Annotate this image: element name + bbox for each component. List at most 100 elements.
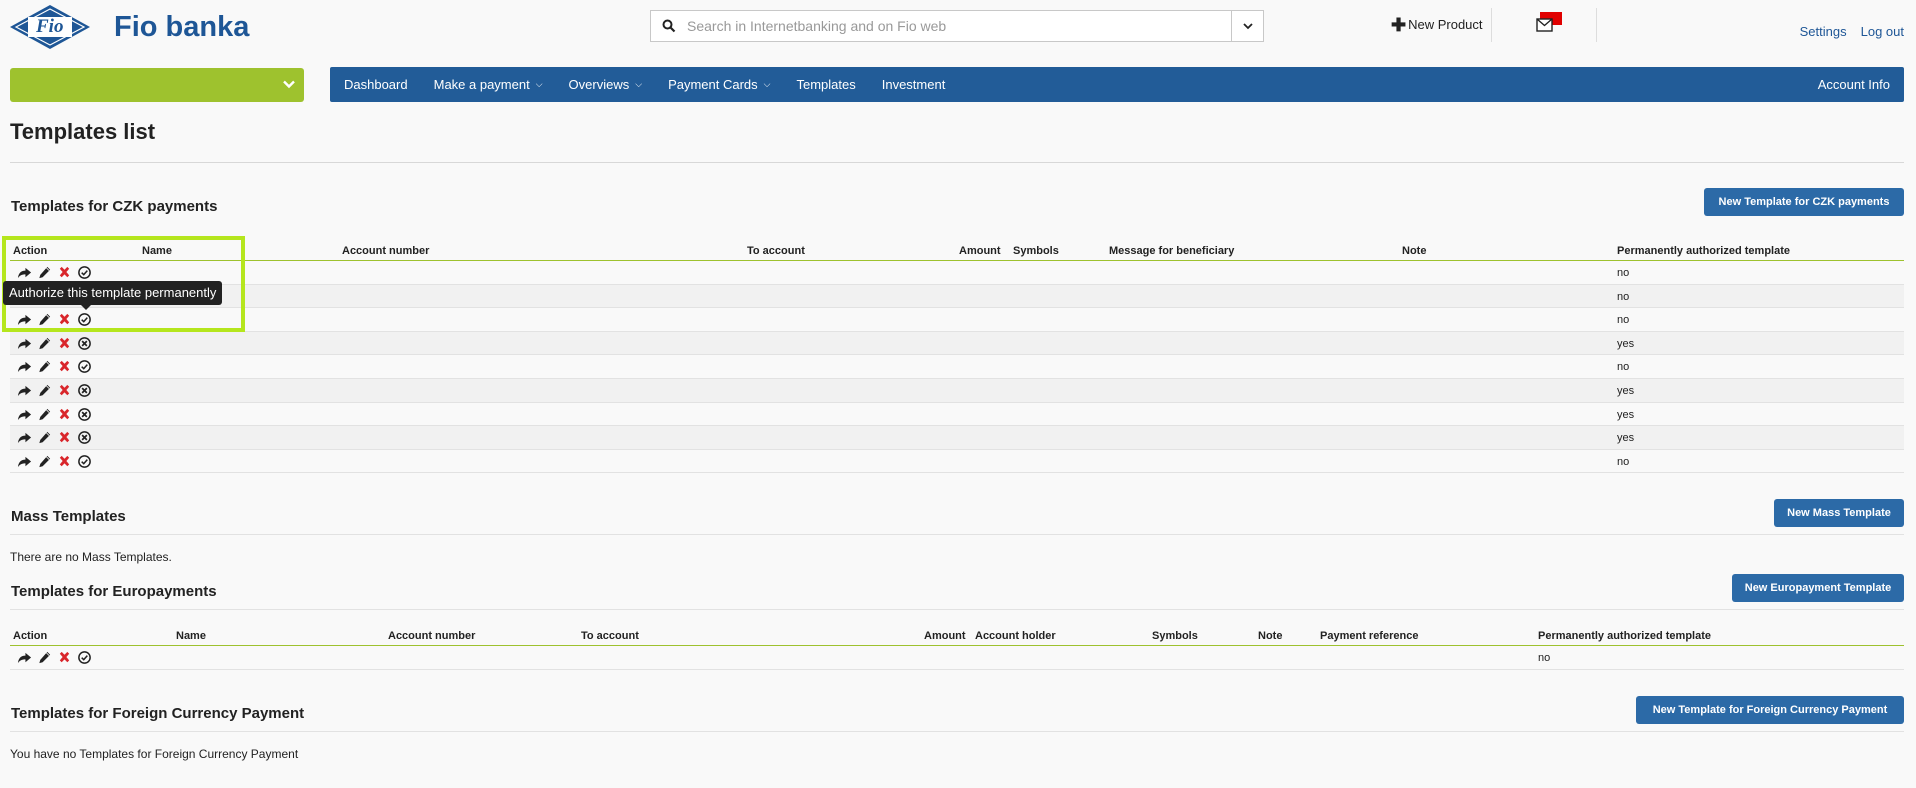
- plus-icon: ✚: [1391, 14, 1407, 35]
- edit-pencil-icon[interactable]: [37, 336, 52, 351]
- nav-label: Investment: [881, 77, 946, 92]
- revoke-authorization-icon[interactable]: [77, 336, 92, 351]
- nav-dashboard[interactable]: Dashboard: [330, 67, 421, 102]
- permanently-authorized-value: yes: [1617, 337, 1635, 350]
- mail-icon[interactable]: [1534, 12, 1564, 36]
- nav-overviews[interactable]: Overviews ⌵: [556, 67, 656, 102]
- logo-mark-text: Fio: [36, 16, 64, 37]
- delete-icon[interactable]: [57, 359, 72, 374]
- revoke-authorization-icon[interactable]: [77, 383, 92, 398]
- tooltip: Authorize this template permanently: [3, 281, 223, 310]
- edit-pencil-icon[interactable]: [37, 383, 52, 398]
- chevron-down-icon: ⌵: [535, 79, 543, 89]
- divider: [10, 534, 1904, 535]
- table-row: yes: [10, 403, 1904, 427]
- table-header: Action Name Account number To account Am…: [10, 241, 1904, 261]
- table-row: no: [10, 355, 1904, 379]
- nav-label: Payment Cards: [668, 77, 758, 92]
- use-template-forward-icon[interactable]: [17, 407, 32, 422]
- col-symbols: Symbols: [1152, 630, 1198, 642]
- nav-label: Make a payment: [433, 77, 530, 92]
- permanently-authorized-value: yes: [1617, 384, 1635, 397]
- use-template-forward-icon[interactable]: [17, 383, 32, 398]
- col-payment-reference: Payment reference: [1320, 630, 1419, 642]
- new-czk-template-button[interactable]: New Template for CZK payments: [1704, 188, 1904, 216]
- table-header: Action Name Account number To account Am…: [10, 626, 1904, 646]
- delete-icon[interactable]: [57, 454, 72, 469]
- permanently-authorized-value: no: [1617, 267, 1630, 279]
- nav-investment[interactable]: Investment: [869, 67, 959, 102]
- new-foreign-currency-template-button[interactable]: New Template for Foreign Currency Paymen…: [1636, 696, 1904, 724]
- nav-make-a-payment[interactable]: Make a payment ⌵: [421, 67, 556, 102]
- search-icon[interactable]: [651, 11, 687, 41]
- nav-label: Dashboard: [344, 77, 408, 92]
- new-product-label: New Product: [1408, 17, 1483, 32]
- new-mass-template-button[interactable]: New Mass Template: [1774, 499, 1904, 527]
- table-row: no: [10, 450, 1904, 474]
- delete-icon[interactable]: [57, 407, 72, 422]
- logout-link[interactable]: Log out: [1861, 24, 1904, 39]
- divider: [10, 731, 1904, 732]
- use-template-forward-icon[interactable]: [17, 650, 32, 665]
- settings-link[interactable]: Settings: [1800, 24, 1847, 39]
- chevron-down-icon: [282, 77, 296, 94]
- edit-pencil-icon[interactable]: [37, 407, 52, 422]
- table-row: yes: [10, 331, 1904, 356]
- authorize-check-icon[interactable]: [77, 650, 92, 665]
- czk-section-title: Templates for CZK payments: [11, 198, 218, 215]
- mass-empty-text: There are no Mass Templates.: [10, 550, 172, 564]
- nav-account-info[interactable]: Account Info: [1805, 67, 1904, 102]
- revoke-authorization-icon[interactable]: [77, 407, 92, 422]
- use-template-forward-icon[interactable]: [17, 454, 32, 469]
- authorize-check-icon[interactable]: [77, 359, 92, 374]
- search-dropdown-chevron-icon[interactable]: [1231, 11, 1263, 41]
- mass-section-title: Mass Templates: [11, 508, 126, 525]
- czk-templates-table: Action Name Account number To account Am…: [10, 241, 1904, 474]
- col-amount[interactable]: Amount: [924, 630, 966, 642]
- new-product-button[interactable]: ✚ New Product: [1391, 14, 1483, 35]
- brand-logo[interactable]: Fio Fio banka: [8, 3, 249, 51]
- use-template-forward-icon[interactable]: [17, 336, 32, 351]
- delete-icon[interactable]: [57, 383, 72, 398]
- revoke-authorization-icon[interactable]: [77, 430, 92, 445]
- col-to-account[interactable]: To account: [747, 245, 805, 257]
- use-template-forward-icon[interactable]: [17, 359, 32, 374]
- euro-templates-table: Action Name Account number To account Am…: [10, 626, 1904, 670]
- col-name[interactable]: Name: [176, 630, 206, 642]
- delete-icon[interactable]: [57, 650, 72, 665]
- nav-payment-cards[interactable]: Payment Cards ⌵: [655, 67, 783, 102]
- col-account-number[interactable]: Account number: [342, 245, 429, 257]
- edit-pencil-icon[interactable]: [37, 454, 52, 469]
- delete-icon[interactable]: [57, 336, 72, 351]
- col-permanently-authorized: Permanently authorized template: [1538, 630, 1711, 642]
- col-to-account[interactable]: To account: [581, 630, 639, 642]
- row-actions: [17, 336, 92, 351]
- permanently-authorized-value: no: [1617, 361, 1630, 374]
- col-message: Message for beneficiary: [1109, 245, 1235, 257]
- new-europayment-template-button[interactable]: New Europayment Template: [1732, 574, 1904, 602]
- col-account-number[interactable]: Account number: [388, 630, 475, 642]
- euro-section-title: Templates for Europayments: [11, 583, 217, 600]
- main-nav: Dashboard Make a payment ⌵ Overviews ⌵ Pay…: [330, 67, 1904, 102]
- row-actions: [17, 383, 92, 398]
- use-template-forward-icon[interactable]: [17, 430, 32, 445]
- account-selector[interactable]: [10, 68, 304, 102]
- col-action: Action: [13, 630, 48, 642]
- chevron-down-icon: ⌵: [635, 79, 643, 89]
- table-row: no: [10, 308, 1904, 332]
- search-input[interactable]: [687, 12, 1231, 40]
- nav-label: Overviews: [568, 77, 630, 92]
- foreign-section-title: Templates for Foreign Currency Payment: [11, 705, 305, 722]
- delete-icon[interactable]: [57, 430, 72, 445]
- edit-pencil-icon[interactable]: [37, 650, 52, 665]
- edit-pencil-icon[interactable]: [37, 359, 52, 374]
- search-box[interactable]: [650, 10, 1264, 42]
- permanently-authorized-value: no: [1617, 290, 1630, 303]
- user-links: Settings Log out: [1800, 24, 1904, 39]
- col-amount[interactable]: Amount: [959, 245, 1001, 257]
- table-row: no: [10, 284, 1904, 309]
- header-divider: [1596, 8, 1597, 42]
- authorize-check-icon[interactable]: [77, 454, 92, 469]
- edit-pencil-icon[interactable]: [37, 430, 52, 445]
- nav-templates[interactable]: Templates: [783, 67, 868, 102]
